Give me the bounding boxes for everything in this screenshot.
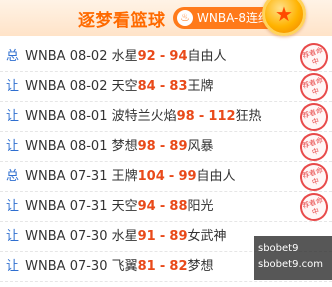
home-team: 天空 <box>111 79 138 94</box>
list-item[interactable]: 让 WNBA 08-02 天空84 - 83王牌 荐者命中 <box>0 69 332 105</box>
score-separator: - <box>159 49 166 64</box>
league: WNBA <box>25 229 66 244</box>
hit-stamp: 荐者命中 <box>296 39 332 75</box>
list-item[interactable]: 总 WNBA 07-31 王牌104 - 99自由人 荐者命中 <box>0 159 332 195</box>
bet-type-tag: 让 <box>6 259 20 274</box>
hit-stamp: 荐者命中 <box>296 99 332 135</box>
match-date: 07-31 <box>69 169 108 184</box>
score-separator: - <box>159 199 166 214</box>
away-score: 112 <box>208 109 236 124</box>
row-text: 让 WNBA 07-30 水星91 - 89女武神 <box>6 228 227 246</box>
score-separator: - <box>159 229 166 244</box>
hit-stamp: 荐者命中 <box>296 129 332 165</box>
home-team: 水星 <box>111 49 138 64</box>
score-separator: - <box>198 109 205 124</box>
match-date: 07-30 <box>69 259 108 274</box>
bet-type-tag: 总 <box>6 49 20 64</box>
home-score: 104 <box>137 169 165 184</box>
row-text: 让 WNBA 08-02 天空84 - 83王牌 <box>6 78 214 96</box>
away-score: 89 <box>169 139 188 154</box>
away-score: 89 <box>169 229 188 244</box>
page-title: 逐梦看篮球 <box>78 11 166 31</box>
away-team: 阳光 <box>187 199 214 214</box>
score-separator: - <box>159 139 166 154</box>
hit-stamp: 荐者命中 <box>296 159 332 195</box>
match-date: 08-02 <box>69 79 108 94</box>
hit-stamp: 荐者命中 <box>296 189 332 225</box>
away-team: 风暴 <box>187 139 214 154</box>
hit-stamp: 荐者命中 <box>296 69 332 105</box>
away-team: 狂热 <box>235 109 262 124</box>
bet-type-tag: 让 <box>6 229 20 244</box>
score-separator: - <box>159 259 166 274</box>
away-score: 83 <box>169 79 188 94</box>
away-score: 82 <box>169 259 188 274</box>
list-item[interactable]: 总 WNBA 08-02 水星92 - 94自由人 荐者命中 <box>0 39 332 75</box>
match-date: 08-01 <box>69 139 108 154</box>
row-text: 总 WNBA 07-31 王牌104 - 99自由人 <box>6 168 236 186</box>
match-date: 08-02 <box>69 49 108 64</box>
row-text: 总 WNBA 08-02 水星92 - 94自由人 <box>6 48 227 66</box>
away-team: 梦想 <box>187 259 214 274</box>
row-text: 让 WNBA 08-01 波特兰火焰98 - 112狂热 <box>6 108 262 126</box>
home-team: 水星 <box>111 229 138 244</box>
bet-type-tag: 让 <box>6 109 20 124</box>
away-score: 99 <box>178 169 197 184</box>
league: WNBA <box>25 109 66 124</box>
score-separator: - <box>168 169 175 184</box>
bet-type-tag: 让 <box>6 199 20 214</box>
league: WNBA <box>25 259 66 274</box>
home-team: 王牌 <box>111 169 138 184</box>
row-text: 让 WNBA 07-30 飞翼81 - 82梦想 <box>6 258 214 276</box>
away-team: 王牌 <box>187 79 214 94</box>
home-score: 94 <box>137 199 156 214</box>
home-score: 81 <box>137 259 156 274</box>
home-team: 梦想 <box>111 139 138 154</box>
home-score: 92 <box>137 49 156 64</box>
watermark-line-2: sbobet9.com <box>258 259 323 270</box>
league: WNBA <box>25 199 66 214</box>
bet-type-tag: 让 <box>6 139 20 154</box>
bet-type-tag: 总 <box>6 169 20 184</box>
away-score: 88 <box>169 199 188 214</box>
medal-icon: ★ <box>262 0 306 36</box>
match-date: 08-01 <box>69 109 108 124</box>
header-banner: 逐梦看篮球 ♨ WNBA-8连红 ★ <box>0 0 332 36</box>
away-team: 自由人 <box>196 169 236 184</box>
home-score: 98 <box>137 139 156 154</box>
list-item[interactable]: 让 WNBA 08-01 梦想98 - 89风暴 荐者命中 <box>0 129 332 165</box>
home-team: 天空 <box>111 199 138 214</box>
watermark-overlay: sbo​bet9 sbobet9.com <box>254 236 332 280</box>
home-score: 98 <box>176 109 195 124</box>
score-separator: - <box>159 79 166 94</box>
star-icon: ★ <box>275 2 293 26</box>
match-date: 07-31 <box>69 199 108 214</box>
row-text: 让 WNBA 07-31 天空94 - 88阳光 <box>6 198 214 216</box>
bet-type-tag: 让 <box>6 79 20 94</box>
home-team: 波特兰火焰 <box>111 109 177 124</box>
home-score: 91 <box>137 229 156 244</box>
match-date: 07-30 <box>69 229 108 244</box>
streak-label: WNBA-8连红 <box>197 11 270 25</box>
away-team: 女武神 <box>187 229 227 244</box>
league: WNBA <box>25 139 66 154</box>
away-score: 94 <box>169 49 188 64</box>
list-item[interactable]: 让 WNBA 08-01 波特兰火焰98 - 112狂热 荐者命中 <box>0 99 332 135</box>
list-item[interactable]: 让 WNBA 07-31 天空94 - 88阳光 荐者命中 <box>0 189 332 225</box>
league: WNBA <box>25 79 66 94</box>
home-team: 飞翼 <box>111 259 138 274</box>
row-text: 让 WNBA 08-01 梦想98 - 89风暴 <box>6 138 214 156</box>
away-team: 自由人 <box>187 49 227 64</box>
league: WNBA <box>25 169 66 184</box>
league: WNBA <box>25 49 66 64</box>
watermark-line-1: sbo​bet9 <box>258 243 299 254</box>
flame-icon: ♨ <box>177 10 193 26</box>
home-score: 84 <box>137 79 156 94</box>
